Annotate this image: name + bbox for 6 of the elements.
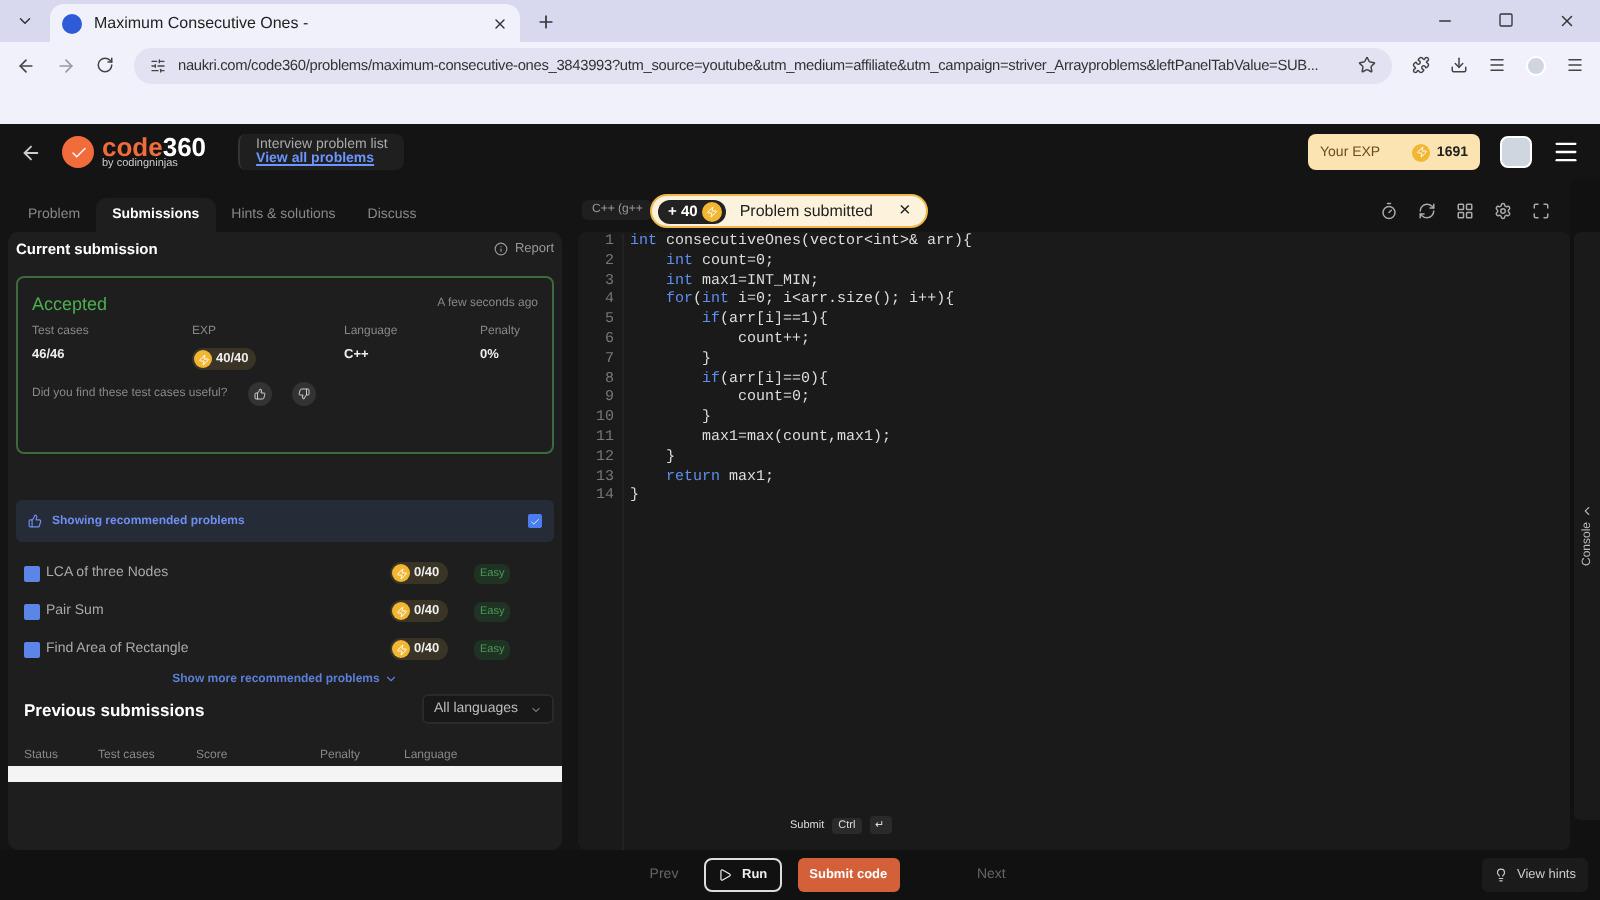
toast-message: Problem submitted (739, 202, 874, 220)
status-text: Accepted (32, 294, 108, 314)
browser-tab[interactable]: Maximum Consecutive Ones - (50, 4, 520, 42)
close-button[interactable]: × (887, 200, 911, 222)
tab-title: Maximum Consecutive Ones - (94, 14, 311, 32)
section-title: Previous submissions (24, 699, 205, 719)
